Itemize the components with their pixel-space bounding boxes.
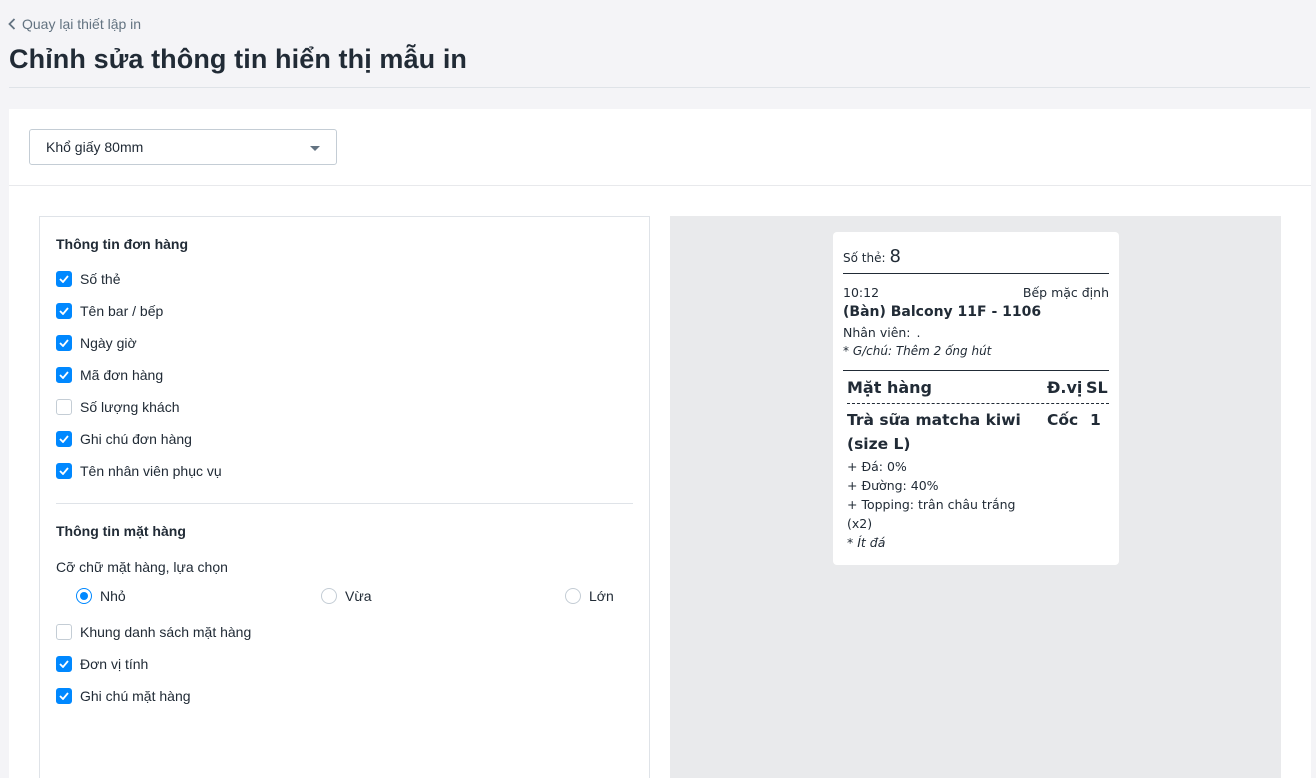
checkbox-checked-icon	[56, 303, 72, 319]
checkbox-order-code[interactable]: Mã đơn hàng	[56, 367, 163, 383]
radio-label: Lớn	[589, 588, 614, 604]
checkbox-label: Ngày giờ	[80, 335, 137, 351]
item-info-title: Thông tin mặt hàng	[56, 523, 186, 539]
receipt-staff-label: Nhân viên:	[843, 325, 911, 340]
radio-size-large[interactable]: Lớn	[565, 588, 614, 604]
checkbox-label: Ghi chú mặt hàng	[80, 688, 191, 704]
radio-label: Nhỏ	[100, 588, 126, 604]
receipt-order-note: * G/chú: Thêm 2 ống hút	[843, 344, 992, 358]
receipt-col-item: Mặt hàng	[847, 378, 932, 397]
checkbox-label: Số thẻ	[80, 271, 121, 287]
checkbox-label: Khung danh sách mặt hàng	[80, 624, 252, 640]
receipt-divider	[843, 273, 1109, 274]
checkbox-label: Đơn vị tính	[80, 656, 149, 672]
checkbox-label: Tên bar / bếp	[80, 303, 164, 319]
card-header: Khổ giấy 80mm	[9, 109, 1311, 186]
font-size-label: Cỡ chữ mặt hàng, lựa chọn	[56, 559, 228, 575]
chevron-left-icon	[8, 18, 16, 30]
receipt-time: 10:12	[843, 285, 880, 300]
checkbox-order-note[interactable]: Ghi chú đơn hàng	[56, 431, 192, 447]
radio-circle	[321, 588, 337, 604]
checkbox-checked-icon	[56, 271, 72, 287]
checkbox-checked-icon	[56, 335, 72, 351]
receipt-staff-name: .	[916, 325, 921, 340]
checkbox-datetime[interactable]: Ngày giờ	[56, 335, 137, 351]
receipt-item-name-2: (size L)	[847, 435, 911, 453]
receipt-item-note: * Ít đá	[847, 535, 886, 550]
receipt-card-row: Số thẻ: 8	[843, 246, 901, 267]
checkbox-label: Ghi chú đơn hàng	[80, 431, 192, 447]
receipt-option: + Đá: 0%	[847, 459, 907, 474]
radio-size-small[interactable]: Nhỏ	[76, 588, 126, 604]
checkbox-bar-kitchen[interactable]: Tên bar / bếp	[56, 303, 163, 319]
receipt-preview: Số thẻ: 8 10:12 Bếp mặc định (Bàn) Balco…	[833, 232, 1119, 565]
checkbox-checked-icon	[56, 463, 72, 479]
receipt-item-qty: 1	[1090, 411, 1101, 429]
title-divider	[9, 87, 1310, 88]
checkbox-label: Số lượng khách	[80, 399, 180, 415]
receipt-table: (Bàn) Balcony 11F - 1106	[843, 304, 1042, 320]
receipt-item-unit: Cốc	[1047, 411, 1079, 429]
checkbox-box	[56, 399, 72, 415]
receipt-dashed-divider	[847, 403, 1109, 404]
checkbox-unit[interactable]: Đơn vị tính	[56, 656, 148, 672]
checkbox-checked-icon	[56, 656, 72, 672]
receipt-card-label: Số thẻ:	[843, 251, 886, 265]
receipt-option: (x2)	[847, 516, 873, 531]
paper-size-select[interactable]: Khổ giấy 80mm	[29, 129, 337, 165]
section-divider	[56, 503, 633, 504]
receipt-option: + Đường: 40%	[847, 478, 939, 493]
checkbox-guest-count[interactable]: Số lượng khách	[56, 399, 180, 415]
receipt-option: + Topping: trân châu trắng	[847, 497, 1016, 512]
settings-panel: Thông tin đơn hàng Số thẻ Tên bar / bếp …	[39, 216, 650, 778]
receipt-col-unit: Đ.vị	[1047, 378, 1083, 397]
checkbox-checked-icon	[56, 431, 72, 447]
radio-circle	[76, 588, 92, 604]
radio-circle	[565, 588, 581, 604]
checkbox-checked-icon	[56, 367, 72, 383]
page-title: Chỉnh sửa thông tin hiển thị mẫu in	[9, 44, 468, 74]
main-card: Khổ giấy 80mm Thông tin đơn hàng Số thẻ …	[9, 109, 1311, 778]
checkbox-card-number[interactable]: Số thẻ	[56, 271, 120, 287]
radio-size-medium[interactable]: Vừa	[321, 588, 372, 604]
receipt-card-number: 8	[889, 246, 901, 267]
order-info-title: Thông tin đơn hàng	[56, 236, 189, 252]
paper-size-value: Khổ giấy 80mm	[46, 139, 144, 155]
receipt-divider	[843, 370, 1109, 371]
print-preview-panel: Số thẻ: 8 10:12 Bếp mặc định (Bàn) Balco…	[670, 216, 1281, 778]
back-link[interactable]: Quay lại thiết lập in	[8, 16, 141, 32]
caret-down-icon	[310, 146, 320, 151]
checkbox-label: Tên nhân viên phục vụ	[80, 463, 222, 479]
checkbox-box	[56, 624, 72, 640]
checkbox-staff-name[interactable]: Tên nhân viên phục vụ	[56, 463, 222, 479]
back-link-label: Quay lại thiết lập in	[22, 16, 142, 32]
checkbox-item-frame[interactable]: Khung danh sách mặt hàng	[56, 624, 251, 640]
receipt-staff-row: Nhân viên: .	[843, 325, 921, 340]
receipt-item-name: Trà sữa matcha kiwi	[847, 411, 1021, 429]
receipt-col-qty: SL	[1086, 378, 1108, 397]
checkbox-label: Mã đơn hàng	[80, 367, 164, 383]
receipt-kitchen: Bếp mặc định	[1022, 285, 1109, 300]
checkbox-checked-icon	[56, 688, 72, 704]
radio-label: Vừa	[345, 588, 372, 604]
checkbox-item-note[interactable]: Ghi chú mặt hàng	[56, 688, 191, 704]
